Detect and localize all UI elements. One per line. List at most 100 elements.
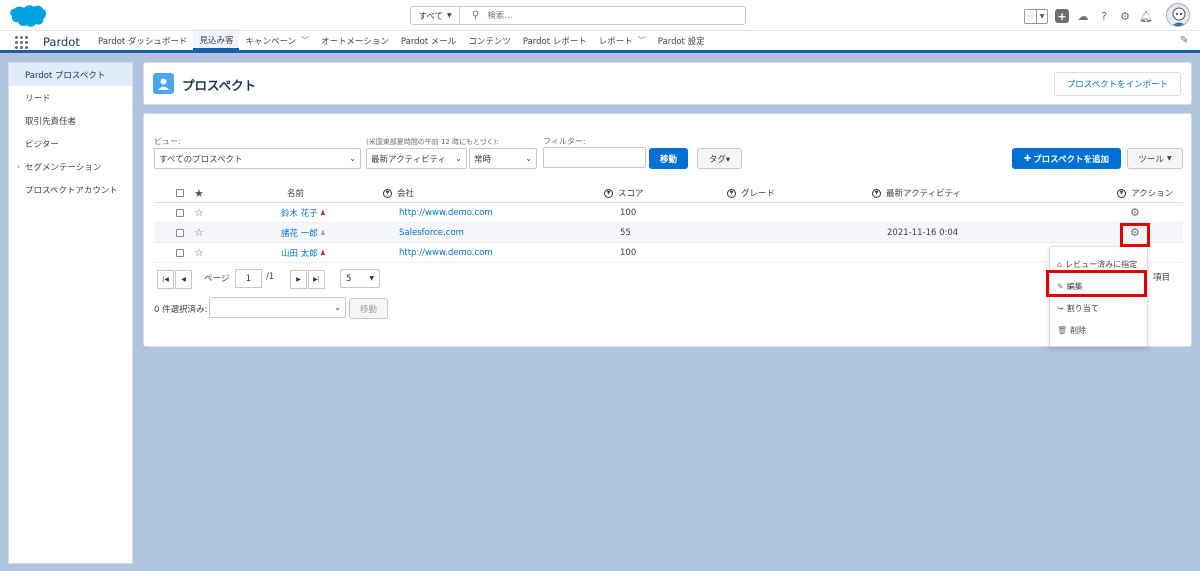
prospect-name-link[interactable]: 山田 太郎 ♟ — [281, 243, 326, 262]
company-link[interactable]: http://www.demo.com — [399, 203, 493, 222]
nav-item-automation[interactable]: オートメーション — [315, 31, 395, 50]
global-add-icon[interactable]: + — [1055, 9, 1069, 23]
prospect-name-link[interactable]: 諸花 一郎 ♟ — [281, 223, 326, 242]
prev-page-button[interactable]: ◀ — [175, 270, 192, 289]
archive-icon: ⌂ — [1057, 259, 1063, 269]
next-page-button[interactable]: ▶ — [290, 270, 307, 289]
row-checkbox[interactable] — [176, 223, 184, 242]
sidebar-item-segmentation[interactable]: › セグメンテーション — [9, 155, 132, 178]
activity-select[interactable]: 最新アクティビティ ⌄ — [366, 148, 467, 169]
star-icon[interactable]: ☆ — [194, 223, 204, 242]
nav-item-pardot-email[interactable]: Pardot メール — [395, 31, 462, 50]
sidebar-item-leads[interactable]: リード — [9, 86, 132, 109]
sort-icon[interactable]: ▼ — [383, 188, 392, 198]
prospect-table: ★ 名前 ▼ 会社 ▼ スコア ▼ グレード ▼ 最新アクティビティ ▼ アクション ☆ … — [154, 184, 1183, 263]
bulk-action-select[interactable]: ⌄ — [209, 297, 346, 318]
column-score[interactable]: ▼ スコア — [604, 184, 644, 202]
select-all-checkbox[interactable] — [176, 184, 184, 202]
filter-input[interactable] — [543, 147, 646, 168]
global-header: すべて ▼ ⚲ ☆ ▼ + ☁ ? ⚙ 🔔︎ — [0, 0, 1200, 31]
sidebar-item-visitors[interactable]: ビジター — [9, 132, 132, 155]
star-icon[interactable]: ☆ — [194, 243, 204, 262]
app-nav-bar: Pardot Pardot ダッシュボード 見込み客 キャンペーン ﹀ オートメー… — [0, 31, 1200, 53]
app-name: Pardot — [43, 35, 80, 49]
company-link[interactable]: Salesforce.com — [399, 223, 464, 242]
chevron-down-icon[interactable]: ﹀ — [301, 35, 309, 46]
per-page-select[interactable]: 5 ▼ — [340, 269, 380, 288]
trash-icon: 🗑︎ — [1057, 325, 1068, 335]
prospect-list-card: ビュー: すべてのプロスペクト ⌄ (米国東部夏時間の午前 12 時にもとづく):… — [143, 113, 1192, 347]
nav-item-pardot-settings[interactable]: Pardot 設定 — [652, 31, 711, 50]
nav-item-pardot-dashboard[interactable]: Pardot ダッシュボード — [92, 31, 193, 50]
add-prospect-button[interactable]: ✚ プロスペクトを追加 — [1012, 148, 1121, 169]
app-launcher-icon[interactable] — [15, 36, 28, 49]
table-row: ☆ 諸花 一郎 ♟ Salesforce.com 55 2021-11-16 0:… — [154, 223, 1183, 243]
row-gear-icon[interactable]: ⚙ — [1130, 203, 1140, 222]
nav-item-content[interactable]: コンテンツ — [462, 31, 517, 50]
caret-down-icon: ▼ — [1166, 155, 1172, 162]
search-icon: ⚲ — [472, 10, 480, 21]
menu-item-delete[interactable]: 🗑︎ 削除 — [1050, 319, 1147, 341]
sidebar-item-prospect-accounts[interactable]: プロスペクトアカウント — [9, 178, 132, 201]
salesforce-logo-icon[interactable] — [9, 4, 47, 28]
company-link[interactable]: http://www.demo.com — [399, 243, 493, 262]
last-page-button[interactable]: ▶| — [308, 270, 325, 289]
sidebar-item-contacts[interactable]: 取引先責任者 — [9, 109, 132, 132]
setup-gear-icon[interactable]: ⚙ — [1118, 9, 1132, 23]
items-label: 項目 — [1153, 273, 1171, 283]
total-pages: /1 — [266, 272, 275, 282]
sidebar-item-pardot-prospects[interactable]: Pardot プロスペクト — [9, 63, 132, 86]
column-last-activity[interactable]: ▼ 最新アクティビティ — [872, 184, 961, 202]
star-icon[interactable]: ☆ — [1025, 10, 1036, 23]
bulk-go-button[interactable]: 移動 — [349, 298, 388, 319]
nav-items: Pardot ダッシュボード 見込み客 キャンペーン ﹀ オートメーション Par… — [92, 31, 711, 50]
score-value: 100 — [620, 207, 637, 218]
row-checkbox[interactable] — [176, 243, 184, 262]
search-input[interactable] — [487, 10, 728, 21]
person-icon: ♟ — [319, 208, 326, 217]
notification-bell-icon[interactable]: 🔔︎ — [1139, 9, 1153, 23]
user-avatar[interactable] — [1166, 3, 1190, 27]
page-number-input[interactable]: 1 — [235, 269, 262, 288]
filter-go-button[interactable]: 移動 — [649, 148, 688, 169]
nav-item-prospects[interactable]: 見込み客 — [193, 31, 240, 50]
score-value: 100 — [620, 247, 637, 258]
chevron-right-icon[interactable]: › — [17, 162, 20, 171]
prospect-name-link[interactable]: 鈴木 花子 ♟ — [281, 203, 326, 222]
tools-button[interactable]: ツール ▼ — [1127, 148, 1183, 169]
trailhead-icon[interactable]: ☁ — [1076, 9, 1090, 23]
first-page-button[interactable]: |◀ — [157, 270, 174, 289]
chevron-down-icon[interactable]: ﹀ — [638, 35, 646, 46]
sort-icon[interactable]: ▼ — [1117, 188, 1126, 198]
last-activity-value: 2021-11-16 0:04 — [887, 227, 959, 238]
nav-item-campaigns[interactable]: キャンペーン ﹀ — [239, 31, 315, 50]
favorites-group[interactable]: ☆ ▼ — [1024, 8, 1048, 24]
selected-count-label: 0 件選択済み: — [154, 305, 208, 315]
column-action: ▼ アクション — [1117, 184, 1173, 202]
column-company[interactable]: ▼ 会社 — [383, 184, 414, 202]
help-icon[interactable]: ? — [1097, 9, 1111, 23]
period-select[interactable]: 常時 ⌄ — [469, 148, 537, 169]
highlight-box-edit — [1046, 270, 1147, 297]
timezone-note: (米国東部夏時間の午前 12 時にもとづく): — [366, 138, 499, 146]
search-scope-select[interactable]: すべて ▼ — [411, 7, 460, 24]
column-grade[interactable]: ▼ グレード — [727, 184, 775, 202]
tag-button[interactable]: タグ▾ — [697, 148, 742, 169]
nav-item-pardot-reports[interactable]: Pardot レポート — [517, 31, 593, 50]
chevron-down-icon[interactable]: ▼ — [1036, 9, 1047, 23]
sort-icon[interactable]: ▼ — [604, 188, 613, 198]
chevron-down-icon: ⌄ — [334, 303, 341, 312]
column-name[interactable]: 名前 — [287, 184, 304, 202]
sort-icon[interactable]: ▼ — [872, 188, 881, 198]
menu-item-assign[interactable]: ↪ 割り当て — [1050, 297, 1147, 319]
nav-item-reports[interactable]: レポート ﹀ — [593, 31, 652, 50]
sort-icon[interactable]: ▼ — [727, 188, 736, 198]
row-checkbox[interactable] — [176, 203, 184, 222]
star-icon[interactable]: ☆ — [194, 203, 204, 222]
astro-avatar-icon — [1167, 4, 1189, 26]
prospect-user-icon — [153, 73, 174, 94]
import-prospects-button[interactable]: プロスペクトをインポート — [1054, 72, 1181, 96]
view-select[interactable]: すべてのプロスペクト ⌄ — [154, 148, 361, 169]
star-icon: ★ — [194, 186, 204, 200]
edit-nav-pencil-icon[interactable]: ✎ — [1180, 35, 1188, 46]
